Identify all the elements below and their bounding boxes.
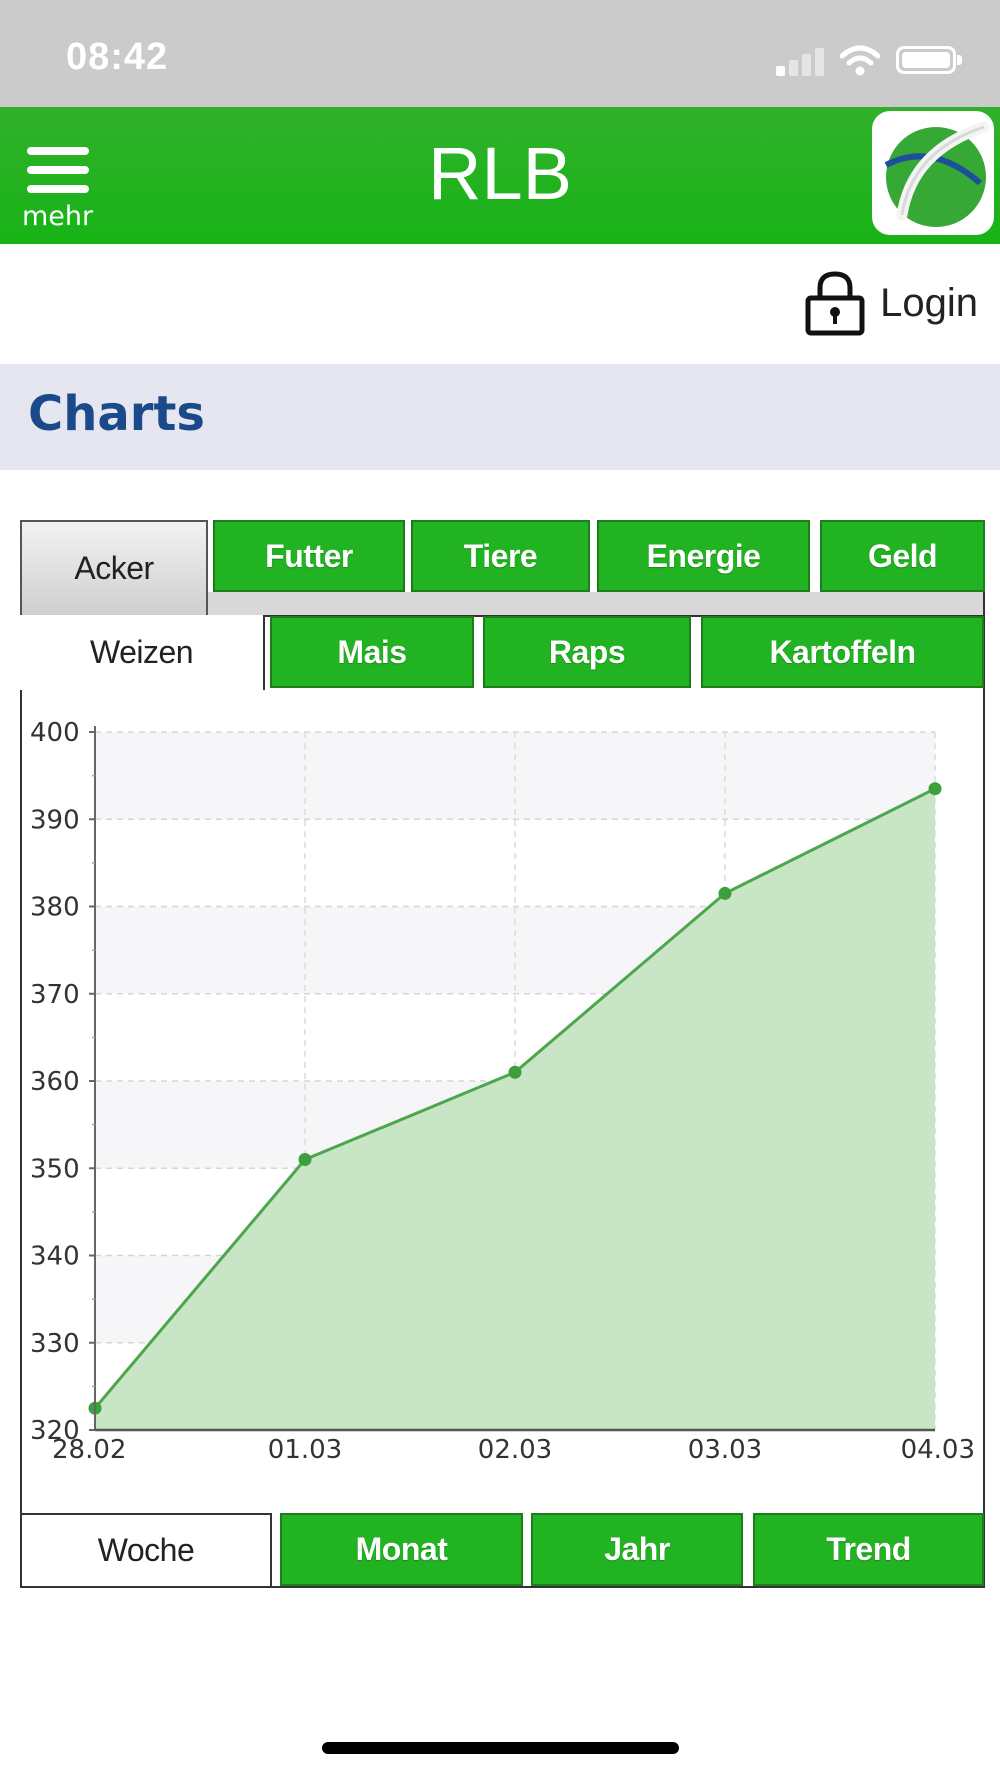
tab-raps[interactable]: Raps — [483, 616, 691, 688]
tab-geld[interactable]: Geld — [820, 520, 985, 592]
y-tick-label: 350 — [30, 1154, 80, 1184]
y-tick-label: 400 — [30, 718, 80, 748]
battery-icon — [896, 46, 956, 74]
globe-logo-icon — [884, 121, 990, 227]
tab-acker[interactable]: Acker — [20, 520, 208, 615]
login-label: Login — [880, 280, 978, 325]
app-title: RLB — [428, 132, 572, 215]
y-tick-label: 330 — [30, 1329, 80, 1359]
app-logo[interactable] — [872, 111, 994, 235]
y-tick-label: 370 — [30, 980, 80, 1010]
tab-monat[interactable]: Monat — [280, 1513, 523, 1586]
x-tick-label: 01.03 — [268, 1435, 342, 1465]
tab-trend[interactable]: Trend — [753, 1513, 984, 1586]
y-tick-label: 380 — [30, 893, 80, 923]
tab-weizen[interactable]: Weizen — [20, 615, 265, 690]
tab-strip — [208, 592, 985, 615]
x-tick-label: 03.03 — [688, 1435, 762, 1465]
price-area-chart: 32033034035036037038039040028.02 01.03 02.… — [30, 718, 975, 1465]
tab-energie[interactable]: Energie — [597, 520, 810, 592]
data-point — [508, 1065, 522, 1079]
tab-woche[interactable]: Woche — [22, 1513, 272, 1586]
tab-tiere[interactable]: Tiere — [411, 520, 590, 592]
login-button[interactable]: Login — [804, 268, 978, 338]
y-tick-label: 340 — [30, 1242, 80, 1272]
section-header: Charts — [0, 364, 1000, 470]
cellular-signal-icon — [774, 44, 824, 80]
tab-kartoffeln[interactable]: Kartoffeln — [701, 616, 984, 688]
section-title: Charts — [28, 386, 205, 442]
tab-futter[interactable]: Futter — [213, 520, 405, 592]
data-point — [928, 782, 942, 796]
lock-icon — [805, 271, 865, 336]
status-icons — [774, 44, 964, 80]
y-tick-label: 360 — [30, 1067, 80, 1097]
data-point — [718, 886, 732, 900]
wifi-icon — [839, 45, 881, 76]
tab-jahr[interactable]: Jahr — [531, 1513, 743, 1586]
home-indicator — [322, 1742, 679, 1754]
status-bar: 08:42 — [0, 0, 1000, 107]
tab-mais[interactable]: Mais — [270, 616, 474, 688]
x-tick-label: 28.02 — [52, 1435, 126, 1465]
app-header: mehr RLB — [0, 107, 1000, 244]
x-tick-label: 04.03 — [901, 1435, 975, 1465]
data-point — [298, 1153, 312, 1167]
status-time: 08:42 — [66, 36, 169, 78]
x-tick-label: 02.03 — [478, 1435, 552, 1465]
y-tick-label: 390 — [30, 805, 80, 835]
